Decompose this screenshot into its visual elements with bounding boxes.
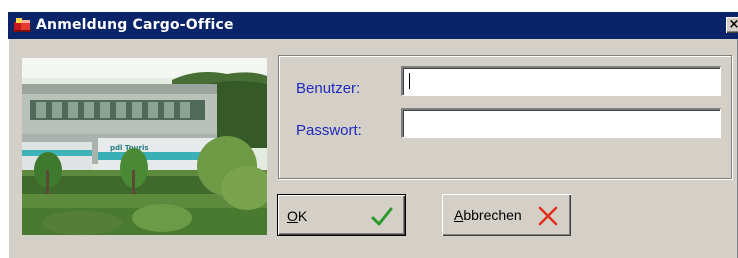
ok-button-label: OK bbox=[287, 208, 308, 224]
text-cursor bbox=[409, 73, 410, 89]
password-label: Passwort: bbox=[296, 122, 362, 139]
close-button[interactable]: × bbox=[726, 17, 738, 33]
credentials-panel: Benutzer: Passwort: bbox=[278, 55, 732, 179]
checkmark-icon bbox=[371, 207, 393, 226]
cancel-button[interactable]: Abbrechen bbox=[442, 194, 571, 236]
close-icon: × bbox=[728, 17, 738, 32]
cancel-button-label: Abbrechen bbox=[454, 207, 522, 223]
company-building-photo: pdl Touris bbox=[22, 58, 267, 235]
username-input[interactable] bbox=[401, 66, 721, 96]
password-input[interactable] bbox=[401, 108, 721, 138]
cross-icon bbox=[538, 206, 558, 226]
ok-button[interactable]: OK bbox=[277, 194, 406, 236]
title-bar[interactable]: Anmeldung Cargo-Office × bbox=[8, 12, 738, 39]
login-dialog: Anmeldung Cargo-Office × pdl Touris Benu… bbox=[8, 12, 738, 258]
window-title: Anmeldung Cargo-Office bbox=[36, 17, 234, 33]
username-label: Benutzer: bbox=[296, 80, 361, 97]
cargo-office-icon bbox=[13, 18, 31, 32]
